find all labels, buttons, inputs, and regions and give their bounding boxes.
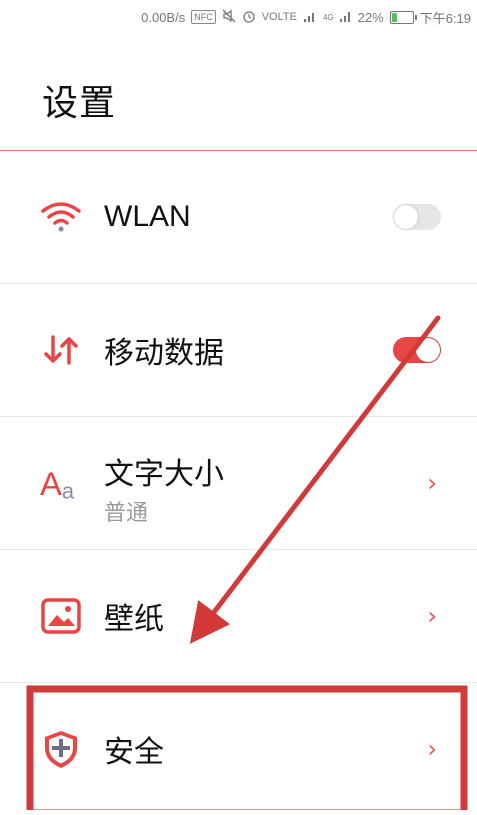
toggle-knob xyxy=(394,205,418,229)
battery-fill xyxy=(391,12,397,22)
mobile-data-icon xyxy=(40,329,82,371)
settings-item-label: 文字大小 xyxy=(104,457,224,492)
font-size-icon: A a xyxy=(40,462,82,504)
settings-item-label: 安全 xyxy=(104,735,164,770)
battery-icon xyxy=(389,10,417,24)
settings-item-wallpaper[interactable]: 壁纸 › xyxy=(0,550,477,682)
svg-text:a: a xyxy=(62,479,75,504)
status-bar: 0.00B/s NFC VOLTE 4G 22% 下午6:19 xyxy=(0,0,477,34)
svg-text:A: A xyxy=(40,465,62,502)
settings-item-sublabel: 普通 xyxy=(104,501,149,526)
alarm-icon xyxy=(242,9,256,26)
security-shield-icon xyxy=(40,728,82,770)
wifi-icon xyxy=(40,196,82,238)
chevron-right-icon: › xyxy=(427,602,437,630)
settings-item-label: 移动数据 xyxy=(104,336,224,371)
settings-item-label: WLAN xyxy=(104,200,191,233)
page-title: 设置 xyxy=(42,83,117,124)
network-speed: 0.00B/s xyxy=(141,9,186,25)
network-type-label: 4G xyxy=(322,12,334,22)
signal-icon-2 xyxy=(339,9,352,26)
nfc-icon: NFC xyxy=(191,10,216,24)
volte-label: VOLTE xyxy=(261,11,297,23)
battery-percent: 22% xyxy=(357,9,384,25)
chevron-right-icon: › xyxy=(427,735,437,763)
settings-item-security[interactable]: 安全 › xyxy=(0,683,477,815)
wlan-toggle[interactable] xyxy=(393,204,441,230)
toggle-knob xyxy=(416,338,440,362)
mute-icon xyxy=(222,9,236,26)
clock: 下午6:19 xyxy=(419,10,471,26)
settings-item-wlan[interactable]: WLAN xyxy=(0,151,477,283)
signal-icon xyxy=(303,9,317,26)
wallpaper-icon xyxy=(40,595,82,637)
settings-item-label: 壁纸 xyxy=(104,602,164,637)
chevron-right-icon: › xyxy=(427,469,437,497)
mobile-data-toggle[interactable] xyxy=(393,337,441,363)
settings-item-mobile-data[interactable]: 移动数据 xyxy=(0,284,477,416)
settings-item-font-size[interactable]: A a 文字大小 普通 › xyxy=(0,417,477,549)
